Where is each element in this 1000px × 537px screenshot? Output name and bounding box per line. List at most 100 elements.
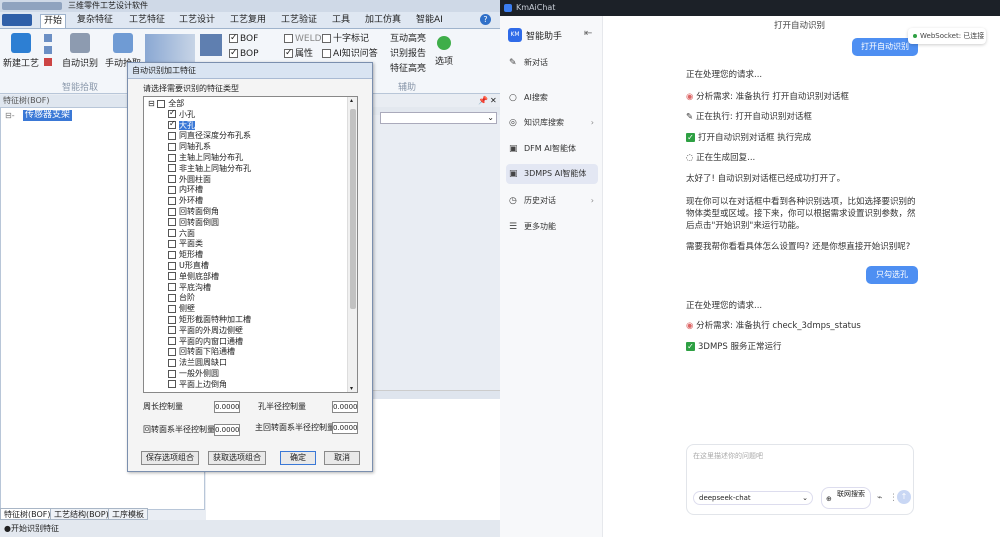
sidebar-item[interactable]: ☰ 更多功能 (506, 217, 598, 237)
auto-recognize-button[interactable]: 自动识别 (60, 29, 100, 69)
feature-list-item[interactable]: 平面上边倒角 (168, 380, 227, 391)
feature-list-item[interactable]: 单侧底部槽 (168, 272, 219, 283)
ok-button[interactable]: 确定 (280, 451, 316, 465)
checkbox-icon[interactable] (168, 261, 176, 270)
menu-tools[interactable]: 工具 (329, 14, 353, 27)
checkbox-icon[interactable] (168, 347, 176, 356)
checkbox-icon[interactable] (168, 119, 176, 130)
checkbox-icon[interactable] (168, 369, 176, 378)
save-options-button[interactable]: 保存选项组合 (141, 451, 199, 465)
feature-tool-icons[interactable] (145, 34, 195, 64)
checkbox-icon[interactable] (168, 272, 176, 281)
file-menu-button[interactable] (2, 14, 32, 26)
checkbox-icon[interactable] (168, 337, 176, 346)
close-panel-icon[interactable]: ✕ (490, 96, 497, 105)
feature-list-item[interactable]: 同直径深度分布孔系 (168, 131, 251, 142)
save-as-icon[interactable] (44, 46, 52, 54)
checkbox-icon[interactable] (168, 250, 176, 259)
feature-list-item[interactable]: 平面的外周边侧壁 (168, 326, 243, 337)
feature-list-item[interactable]: 非主轴上同轴分布孔 (168, 164, 251, 175)
checkbox-icon[interactable] (168, 153, 176, 162)
new-process-button[interactable]: 新建工艺 (3, 29, 39, 69)
tab-process-structure[interactable]: 工艺结构(BOP) (50, 508, 113, 520)
collapse-sidebar-icon[interactable]: ⇤ (584, 28, 592, 39)
bop-checkbox[interactable]: BOP (229, 47, 259, 60)
checkbox-icon[interactable] (168, 218, 176, 227)
options-button[interactable]: 选项 (432, 29, 456, 67)
cross-mark-checkbox[interactable]: 十字标记 (322, 33, 369, 45)
feature-list-item[interactable]: 主轴上同轴分布孔 (168, 153, 243, 164)
feature-list-item[interactable]: 矩形截面特种加工槽 (168, 315, 251, 326)
model-select[interactable]: deepseek-chat ⌄ (693, 491, 813, 505)
hole-radius-field[interactable]: 0.000000 (332, 401, 358, 413)
feature-list-item[interactable]: 回转面倒角 (168, 207, 219, 218)
sidebar-item[interactable]: ▣ 3DMPS AI智能体 (506, 164, 598, 184)
checkbox-icon[interactable] (168, 326, 176, 335)
menu-process-design[interactable]: 工艺设计 (176, 14, 218, 27)
feature-list-item[interactable]: 回转面下陷通槽 (168, 347, 235, 358)
checkbox-icon[interactable] (168, 164, 176, 173)
weld-checkbox[interactable]: WELD (284, 33, 322, 45)
checkbox-icon[interactable] (157, 99, 166, 108)
help-icon[interactable]: ? (480, 14, 491, 25)
feature-list-item[interactable]: 大孔 (168, 119, 195, 132)
feature-list-item[interactable]: 台阶 (168, 293, 195, 304)
feature-list-item[interactable]: 侧壁 (168, 304, 195, 315)
list-scrollbar[interactable]: ▴ ▾ (347, 97, 357, 392)
feature-type-list[interactable]: ▴ ▾ ⊟ 全部小孔大孔同直径深度分布孔系同轴孔系主轴上同轴分布孔非主轴上同轴分… (143, 96, 358, 393)
checkbox-icon[interactable] (168, 175, 176, 184)
collapse-all-icon[interactable]: ⊟ (148, 99, 157, 108)
view-combo[interactable]: ⌄ (380, 112, 497, 124)
checkbox-icon[interactable] (168, 207, 176, 216)
feature-list-item[interactable]: 平面的内窗口通槽 (168, 337, 243, 348)
feature-list-item[interactable]: ⊟ 全部 (148, 99, 184, 110)
checkbox-icon[interactable] (168, 304, 176, 313)
send-icon[interactable]: ↑ (897, 490, 911, 504)
save-icon[interactable] (44, 34, 52, 42)
load-options-button[interactable]: 获取选项组合 (208, 451, 266, 465)
feature-list-item[interactable]: 同轴孔系 (168, 142, 211, 153)
scroll-up-icon[interactable]: ▴ (350, 97, 353, 104)
tab-feature-tree[interactable]: 特征树(BOF) (0, 508, 55, 520)
checkbox-icon[interactable] (168, 108, 176, 119)
attribute-checkbox[interactable]: 属性 (284, 47, 313, 60)
interactive-highlight-button[interactable]: 互动高亮 (390, 33, 426, 45)
tree-node-part[interactable]: 传感器支架 (23, 110, 73, 121)
tab-process-template[interactable]: 工序模板 (108, 508, 148, 520)
checkbox-icon[interactable] (168, 380, 176, 389)
sidebar-item[interactable]: ✎ 新对话 (506, 53, 598, 73)
feature-list-item[interactable]: 外圆柱面 (168, 175, 211, 186)
feature-list-item[interactable]: 外环槽 (168, 196, 203, 207)
checkbox-icon[interactable] (168, 315, 176, 324)
recognition-report-button[interactable]: 识别报告 (390, 48, 426, 60)
feature-list-item[interactable]: 平面类 (168, 239, 203, 250)
rev-radius-field[interactable]: 0.000000 (214, 424, 240, 436)
scroll-thumb[interactable] (350, 109, 356, 309)
feature-list-item[interactable]: U形直槽 (168, 261, 209, 272)
menu-smart-ai[interactable]: 智能AI (413, 14, 446, 27)
menu-process-feature[interactable]: 工艺特征 (126, 14, 168, 27)
menu-process-reuse[interactable]: 工艺复用 (227, 14, 269, 27)
menu-process-verify[interactable]: 工艺验证 (278, 14, 320, 27)
chat-input[interactable]: 在这里描述你的问题吧 (693, 451, 763, 461)
feature-list-item[interactable]: 矩形槽 (168, 250, 203, 261)
feature-list-item[interactable]: 六面 (168, 229, 195, 240)
checkbox-icon[interactable] (168, 131, 176, 140)
attach-icon[interactable]: ⌁ (877, 493, 882, 503)
web-search-toggle[interactable]: ⊕ 联网搜索 (821, 487, 871, 509)
feature-list-item[interactable]: 法兰圆周缺口 (168, 358, 227, 369)
pin-icon[interactable]: 📌 (478, 96, 488, 105)
checkbox-icon[interactable] (168, 185, 176, 194)
sidebar-item[interactable]: ▣ DFM AI智能体 (506, 139, 598, 159)
feature-list-item[interactable]: 回转面倒圆 (168, 218, 219, 229)
checkbox-icon[interactable] (168, 239, 176, 248)
checkbox-icon[interactable] (168, 229, 176, 238)
cancel-button[interactable]: 取消 (324, 451, 360, 465)
sidebar-item[interactable]: ◎ 知识库搜索 › (506, 113, 598, 133)
sidebar-item[interactable]: ○ AI搜索 (506, 88, 598, 108)
checkbox-icon[interactable] (168, 293, 176, 302)
menu-sim[interactable]: 加工仿真 (362, 14, 404, 27)
tree-expander-icon[interactable]: ⊟- (5, 111, 15, 120)
bof-checkbox[interactable]: BOF (229, 32, 258, 45)
sidebar-item[interactable]: ◷ 历史对话 › (506, 191, 598, 211)
